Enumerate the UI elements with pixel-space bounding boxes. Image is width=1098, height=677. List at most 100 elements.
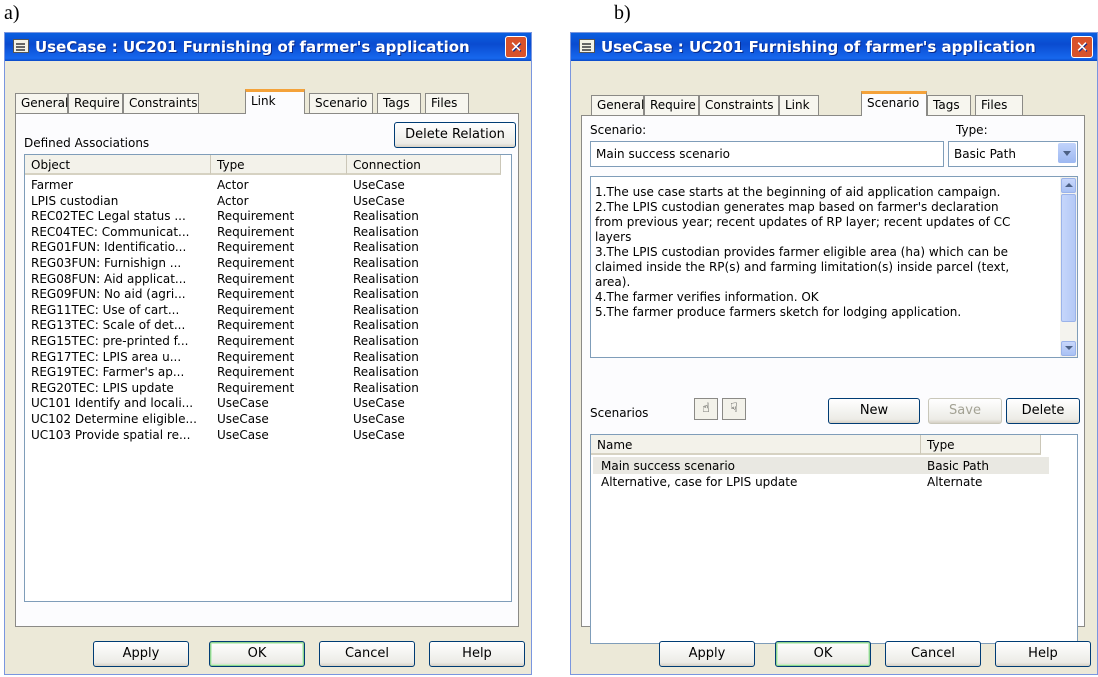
association-connection-cell[interactable]: Realisation (353, 256, 503, 270)
association-connection-cell[interactable]: Realisation (353, 225, 503, 239)
association-connection-cell[interactable]: Realisation (353, 240, 503, 254)
association-type-cell[interactable]: Requirement (217, 272, 347, 286)
association-object-cell[interactable]: REG09FUN: No aid (agri... (31, 287, 211, 301)
association-object-cell[interactable]: REG13TEC: Scale of det... (31, 318, 211, 332)
title-bar[interactable]: UseCase : UC201 Furnishing of farmer's a… (571, 33, 1097, 61)
association-object-cell[interactable]: REG11TEC: Use of cart... (31, 303, 211, 317)
scenario-name-cell[interactable]: Alternative, case for LPIS update (601, 475, 921, 489)
association-object-cell[interactable]: REG03FUN: Furnishign ... (31, 256, 211, 270)
association-type-cell[interactable]: Requirement (217, 334, 347, 348)
association-connection-cell[interactable]: Realisation (353, 334, 503, 348)
association-type-cell[interactable]: Requirement (217, 381, 347, 395)
new-scenario-button[interactable]: New (828, 398, 920, 424)
association-object-cell[interactable]: Farmer (31, 178, 211, 192)
association-connection-cell[interactable]: Realisation (353, 350, 503, 364)
column-header-object[interactable]: Object (25, 155, 211, 175)
scenario-name-cell[interactable]: Main success scenario (601, 459, 921, 473)
help-button[interactable]: Help (995, 641, 1091, 667)
association-type-cell[interactable]: Requirement (217, 303, 347, 317)
scenario-name-field[interactable]: Main success scenario (590, 141, 944, 167)
tab-tags[interactable]: Tags (927, 95, 971, 115)
scenario-type-cell[interactable]: Alternate (927, 475, 1047, 489)
column-header-type[interactable]: Type (211, 155, 347, 175)
column-header-connection[interactable]: Connection (347, 155, 501, 175)
association-type-cell[interactable]: Requirement (217, 225, 347, 239)
association-object-cell[interactable]: UC102 Determine eligible... (31, 412, 211, 426)
vertical-scrollbar[interactable] (1060, 177, 1077, 357)
delete-relation-button[interactable]: Delete Relation (394, 122, 516, 148)
tab-require[interactable]: Require (644, 95, 699, 115)
association-connection-cell[interactable]: UseCase (353, 428, 503, 442)
scroll-down-icon[interactable] (1061, 341, 1076, 356)
association-type-cell[interactable]: UseCase (217, 396, 347, 410)
association-type-cell[interactable]: Requirement (217, 209, 347, 223)
delete-scenario-button[interactable]: Delete (1006, 398, 1080, 424)
association-connection-cell[interactable]: Realisation (353, 365, 503, 379)
tab-link[interactable]: Link (779, 95, 819, 115)
move-down-icon[interactable]: ☟ (722, 398, 746, 420)
association-connection-cell[interactable]: Realisation (353, 381, 503, 395)
ok-button[interactable]: OK (209, 641, 305, 667)
association-connection-cell[interactable]: UseCase (353, 178, 503, 192)
association-object-cell[interactable]: REG15TEC: pre-printed f... (31, 334, 211, 348)
association-object-cell[interactable]: REG08FUN: Aid applicat... (31, 272, 211, 286)
title-bar[interactable]: UseCase : UC201 Furnishing of farmer's a… (5, 33, 531, 61)
association-object-cell[interactable]: REG17TEC: LPIS area u... (31, 350, 211, 364)
cancel-button[interactable]: Cancel (885, 641, 981, 667)
association-type-cell[interactable]: Requirement (217, 365, 347, 379)
tab-constraints[interactable]: Constraints (699, 95, 779, 115)
association-connection-cell[interactable]: Realisation (353, 287, 503, 301)
tab-files[interactable]: Files (975, 95, 1023, 115)
tab-files[interactable]: Files (425, 93, 469, 113)
apply-button[interactable]: Apply (659, 641, 755, 667)
scenario-description[interactable]: 1.The use case starts at the beginning o… (590, 176, 1078, 358)
scenario-type-cell[interactable]: Basic Path (927, 459, 1047, 473)
association-type-cell[interactable]: Requirement (217, 350, 347, 364)
association-object-cell[interactable]: REC04TEC: Communicat... (31, 225, 211, 239)
association-object-cell[interactable]: UC103 Provide spatial re... (31, 428, 211, 442)
scenarios-list[interactable]: Name Type Main success scenario Basic Pat… (590, 434, 1078, 644)
association-object-cell[interactable]: REC02TEC Legal status ... (31, 209, 211, 223)
scroll-up-icon[interactable] (1061, 178, 1076, 193)
chevron-down-icon[interactable] (1058, 143, 1076, 163)
help-button[interactable]: Help (429, 641, 525, 667)
association-type-cell[interactable]: UseCase (217, 412, 347, 426)
tab-general[interactable]: General (591, 95, 644, 115)
apply-button[interactable]: Apply (93, 641, 189, 667)
cancel-button[interactable]: Cancel (319, 641, 415, 667)
association-connection-cell[interactable]: Realisation (353, 209, 503, 223)
tab-scenario[interactable]: Scenario (861, 91, 927, 116)
association-type-cell[interactable]: Requirement (217, 318, 347, 332)
tab-require[interactable]: Require (68, 93, 123, 113)
association-type-cell[interactable]: Requirement (217, 256, 347, 270)
association-connection-cell[interactable]: UseCase (353, 412, 503, 426)
ok-button[interactable]: OK (775, 641, 871, 667)
tab-tags[interactable]: Tags (377, 93, 421, 113)
close-icon[interactable]: ✕ (1071, 36, 1093, 58)
association-object-cell[interactable]: UC101 Identify and locali... (31, 396, 211, 410)
association-connection-cell[interactable]: UseCase (353, 194, 503, 208)
association-connection-cell[interactable]: Realisation (353, 272, 503, 286)
association-connection-cell[interactable]: UseCase (353, 396, 503, 410)
move-up-icon[interactable]: ☝ (694, 398, 718, 420)
association-connection-cell[interactable]: Realisation (353, 318, 503, 332)
association-type-cell[interactable]: Actor (217, 178, 347, 192)
close-icon[interactable]: ✕ (505, 36, 527, 58)
association-type-cell[interactable]: Requirement (217, 287, 347, 301)
association-type-cell[interactable]: Requirement (217, 240, 347, 254)
scroll-thumb[interactable] (1061, 194, 1076, 322)
association-object-cell[interactable]: REG19TEC: Farmer's ap... (31, 365, 211, 379)
association-object-cell[interactable]: LPIS custodian (31, 194, 211, 208)
save-scenario-button[interactable]: Save (928, 398, 1002, 424)
association-object-cell[interactable]: REG20TEC: LPIS update (31, 381, 211, 395)
tab-general[interactable]: General (15, 93, 68, 113)
associations-list[interactable]: Object Type Connection Farmer Actor UseCas… (24, 154, 512, 602)
association-type-cell[interactable]: UseCase (217, 428, 347, 442)
association-object-cell[interactable]: REG01FUN: Identificatio... (31, 240, 211, 254)
tab-link[interactable]: Link (245, 89, 305, 114)
type-select[interactable]: Basic Path (948, 141, 1078, 167)
association-type-cell[interactable]: Actor (217, 194, 347, 208)
column-header-type[interactable]: Type (921, 435, 1041, 455)
association-connection-cell[interactable]: Realisation (353, 303, 503, 317)
tab-constraints[interactable]: Constraints (123, 93, 199, 113)
